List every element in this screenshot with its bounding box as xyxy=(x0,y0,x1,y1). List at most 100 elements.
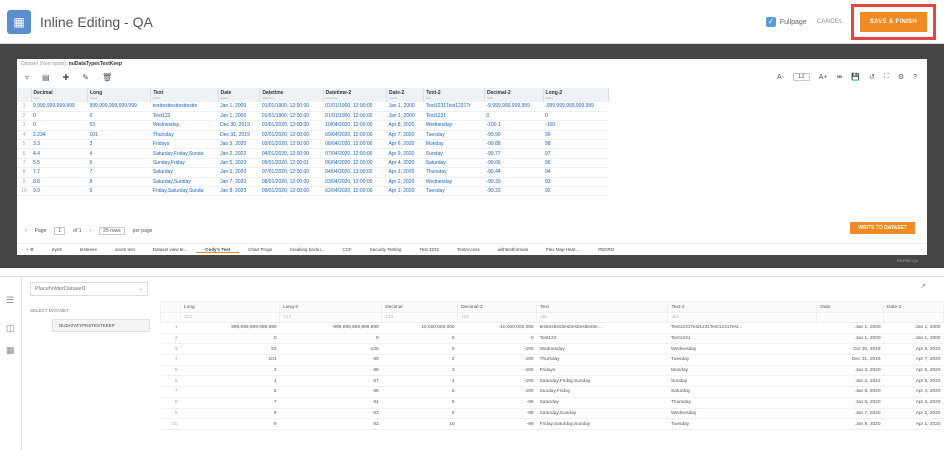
table-cell[interactable]: Monday xyxy=(667,365,817,377)
table-cell[interactable]: Saturday xyxy=(423,158,485,169)
table-cell[interactable]: -100 xyxy=(543,120,609,131)
table-cell[interactable]: -100 xyxy=(457,343,537,356)
table-cell[interactable]: 99 xyxy=(279,354,382,366)
table-cell[interactable]: Saturday xyxy=(667,386,817,398)
table-cell[interactable]: Sunday xyxy=(667,375,817,388)
table-cell[interactable]: Apr 1, 2020 xyxy=(883,418,944,430)
table-cell[interactable]: 97 xyxy=(279,375,382,388)
table-cell[interactable]: Jan 1, 2000 xyxy=(218,102,260,112)
table-cell[interactable]: Wednesday xyxy=(423,120,485,131)
table-cell[interactable]: -100 xyxy=(457,375,537,388)
table-cell[interactable]: 93 xyxy=(543,177,609,188)
table-cell[interactable]: 93 xyxy=(279,408,382,420)
column-header[interactable]: Datetime-2 date/time xyxy=(323,88,388,102)
table-cell[interactable]: -99.77 xyxy=(484,148,544,159)
table-cell[interactable]: Jan 1, 2000 xyxy=(218,111,260,122)
table-cell[interactable]: -100 xyxy=(457,354,537,366)
sheet-tab[interactable]: Chart Props xyxy=(239,247,281,252)
table-cell[interactable]: Wednesday xyxy=(667,343,817,356)
table-cell[interactable]: 96 xyxy=(279,386,382,398)
table-cell[interactable]: 02/01/2020, 12:00:00 xyxy=(259,130,324,141)
table-cell[interactable]: 8 xyxy=(381,397,458,409)
column-header[interactable]: Decimal-2 NaN xyxy=(484,88,544,102)
table-cell[interactable]: 4 xyxy=(180,375,280,388)
table-cell[interactable]: Thursday xyxy=(536,354,668,366)
table-cell[interactable]: Fridays xyxy=(536,365,668,377)
table-cell[interactable]: Jan 1, 2000 xyxy=(883,322,944,334)
table-cell[interactable]: Jan 8, 2020 xyxy=(218,186,260,197)
table-cell[interactable]: 96 xyxy=(543,158,609,169)
table-cell[interactable]: Jan 3, 2020 xyxy=(816,365,884,377)
table-cell[interactable]: 5 xyxy=(180,386,280,398)
filter-clear-icon[interactable]: ▤ xyxy=(42,73,50,82)
table-cell[interactable]: Friday,Saturday,Sunday xyxy=(536,418,668,430)
database-icon[interactable]: ◫ xyxy=(6,323,15,334)
table-cell[interactable]: Saturday,Sunday xyxy=(150,177,219,188)
table-cell[interactable]: -9,999,999,999,999 xyxy=(484,102,544,112)
table-cell[interactable]: 92 xyxy=(279,418,382,430)
table-cell[interactable]: Jan 2, 2022 xyxy=(218,148,260,159)
table-cell[interactable]: 101 xyxy=(87,130,151,141)
table-cell[interactable]: Apr 2, 2020 xyxy=(386,177,424,188)
table-cell[interactable]: 8 xyxy=(180,408,280,420)
table-cell[interactable]: 0 xyxy=(484,111,544,122)
table-cell[interactable]: Jan 3, 2020 xyxy=(218,139,260,150)
table-cell[interactable]: -100.1 xyxy=(484,120,544,131)
table-cell[interactable]: Apr 3, 2020 xyxy=(883,397,944,409)
table-cell[interactable]: 9 xyxy=(87,186,151,197)
table-cell[interactable]: -999,999,999,999,999 xyxy=(279,322,382,334)
column-header[interactable]: Decimal xyxy=(381,301,459,313)
filter-cell[interactable] xyxy=(816,312,884,323)
table-cell[interactable]: Tuesday xyxy=(423,186,485,197)
table-cell[interactable]: Jan 7, 2020 xyxy=(218,177,260,188)
table-cell[interactable]: Jan 5, 2020 xyxy=(816,386,884,398)
dataset-list-item[interactable]: NUDATATYPESTESTKEEP xyxy=(52,319,150,332)
table-cell[interactable]: 09/04/2020, 12:00:00 xyxy=(323,130,387,141)
table-cell[interactable]: Test123 xyxy=(536,333,668,345)
table-cell[interactable]: Tuesday xyxy=(667,418,817,430)
sheet-tab[interactable]: Dataset view te... xyxy=(144,247,197,252)
column-header[interactable]: Decimal-2 xyxy=(457,301,538,313)
sheet-tab[interactable]: Cody's Test xyxy=(196,247,240,253)
table-cell[interactable]: Apr 7, 2020 xyxy=(883,354,944,366)
table-cell[interactable]: 02/04/2020, 12:00:00 xyxy=(323,186,387,197)
page-input[interactable]: 1 xyxy=(54,227,66,235)
table-cell[interactable]: 3 xyxy=(381,365,458,377)
table-cell[interactable]: Apr 6, 2020 xyxy=(883,365,944,377)
table-cell[interactable]: 7 xyxy=(87,167,151,178)
table-cell[interactable]: 4 xyxy=(381,375,458,388)
table-cell[interactable]: Test1231 xyxy=(667,333,817,345)
add-tab-icon[interactable]: + ⚙ xyxy=(17,247,43,253)
next-page-icon[interactable]: › xyxy=(89,228,91,234)
table-cell[interactable]: 05/01/2020, 12:00:01 xyxy=(259,158,324,169)
table-cell[interactable]: 8.8 xyxy=(31,177,88,188)
fullpage-checkbox[interactable]: ✓ xyxy=(765,17,776,27)
table-cell[interactable]: Jan 8, 2020 xyxy=(816,418,884,430)
table-cell[interactable]: 94 xyxy=(543,167,609,178)
table-cell[interactable]: Test123 xyxy=(150,111,219,122)
table-cell[interactable]: 9 xyxy=(180,418,280,430)
table-cell[interactable]: Saturday,Friday,Sunda xyxy=(150,148,219,159)
table-cell[interactable]: 98 xyxy=(279,365,382,377)
table-cell[interactable]: 01/01/1900, 12:00:00 xyxy=(323,102,387,112)
table-cell[interactable]: Saturday,Friday,Sunday xyxy=(536,375,668,388)
sheet-tab[interactable]: Test 3232 xyxy=(410,247,448,252)
table-cell[interactable]: -99 xyxy=(457,408,537,420)
sheet-tab[interactable]: Flex Map Heat ... xyxy=(537,247,589,252)
table-cell[interactable]: 53 xyxy=(180,343,280,356)
collapse-icon[interactable]: ↗ xyxy=(920,282,926,290)
table-cell[interactable]: Apr 5, 2020 xyxy=(883,375,944,388)
table-cell[interactable]: Dec 31, 2019 xyxy=(218,130,260,141)
table-cell[interactable]: 94 xyxy=(279,397,382,409)
table-cell[interactable]: 53 xyxy=(87,120,151,131)
table-cell[interactable]: 0 xyxy=(87,111,151,122)
table-cell[interactable]: Apr 4, 2020 xyxy=(386,158,424,169)
column-header[interactable]: Long xyxy=(179,301,281,313)
sheet-tab[interactable]: testeeee xyxy=(71,247,106,252)
first-page-icon[interactable]: ‹ xyxy=(25,228,27,234)
save-finish-button[interactable]: SAVE & FINISH xyxy=(859,12,927,32)
save-icon[interactable]: 💾 xyxy=(851,73,860,81)
table-cell[interactable]: Monday xyxy=(423,139,485,150)
table-cell[interactable]: Jan 1, 2000 xyxy=(883,333,944,345)
sheet-tab[interactable]: withtestformula xyxy=(489,247,537,252)
